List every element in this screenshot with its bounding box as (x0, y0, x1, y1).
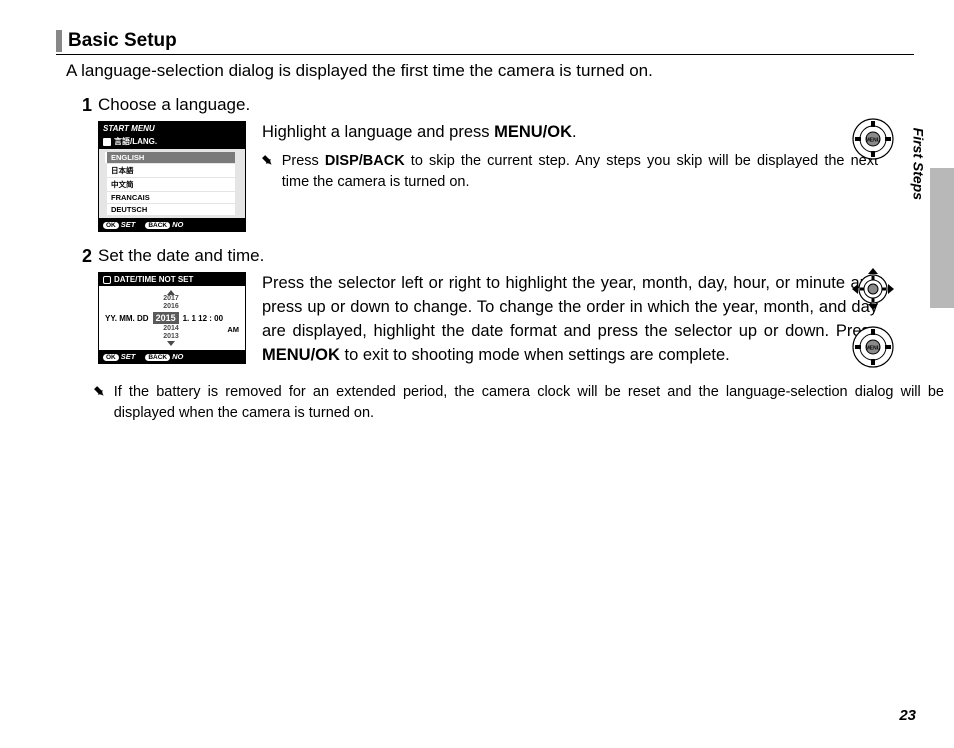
text-fragment: to exit to shooting mode when settings a… (340, 346, 730, 364)
lcd-set: SET (121, 352, 136, 361)
lcd-sub-text: 言語/LANG. (114, 136, 157, 147)
text-fragment: Highlight a language and press (262, 123, 494, 141)
dt-ampm: AM (185, 325, 239, 334)
step-number: 2 (74, 246, 92, 368)
globe-icon (103, 138, 111, 146)
lcd-no: NO (172, 220, 183, 229)
step-heading: Choose a language. (98, 95, 878, 115)
ok-pill: OK (103, 354, 119, 361)
text-fragment: Press (282, 153, 325, 169)
lcd-item: 日本語 (107, 164, 235, 177)
thumb-tab (930, 168, 954, 308)
dt-year-above: 2016 (157, 303, 185, 311)
lcd-item-selected: ENGLISH (105, 152, 235, 163)
lcd-dt-body: 2017 2016 YY. MM. DD 2015 1. 1 12 : 00 (99, 286, 245, 350)
dt-header-text: DATE/TIME NOT SET (114, 275, 193, 284)
ok-pill: OK (103, 222, 119, 229)
footer-tip-text: If the battery is removed for an extende… (114, 382, 944, 424)
lcd-subtitle: 言語/LANG. (99, 135, 245, 149)
lcd-language-menu: START MENU 言語/LANG. ENGLISH 日本語 中文简 FRAN… (98, 121, 246, 232)
svg-text:MENU: MENU (866, 346, 881, 352)
lcd-set: SET (121, 220, 136, 229)
lcd-item: DEUTSCH (107, 204, 235, 215)
tip-arrow-icon: ➨ (262, 151, 274, 193)
lcd-footer: OKSET BACKNO (99, 350, 245, 363)
back-pill: BACK (145, 354, 170, 361)
disp-back-label: DISP/BACK (325, 153, 405, 169)
selector-dial-icon: MENU (852, 326, 894, 368)
page-number: 23 (899, 707, 916, 724)
dt-rest: 1. 1 12 : 00 (183, 314, 223, 323)
intro-text: A language-selection dialog is displayed… (66, 61, 914, 81)
lcd-no: NO (172, 352, 183, 361)
manual-page: Basic Setup A language-selection dialog … (0, 0, 954, 748)
lcd-title: START MENU (99, 122, 245, 135)
menu-ok-label: MENU/OK (262, 346, 340, 364)
step-2: 2 Set the date and time. DATE/TIME NOT S… (74, 246, 914, 368)
lcd-datetime-menu: DATE/TIME NOT SET 2017 2016 (98, 272, 246, 364)
section-title: Basic Setup (56, 30, 914, 52)
back-pill: BACK (145, 222, 170, 229)
lcd-item: FRANCAIS (107, 192, 235, 203)
dt-year-above: 2017 (157, 295, 185, 303)
dt-year-below: 2014 (157, 325, 185, 333)
step-1: 1 Choose a language. START MENU 言語/LANG.… (74, 95, 914, 232)
step-1-text: Highlight a language and press MENU/OK. … (262, 121, 878, 232)
lcd-title: DATE/TIME NOT SET (99, 273, 245, 286)
tip-body: Press DISP/BACK to skip the current step… (282, 151, 878, 193)
step-2-text: Press the selector left or right to high… (262, 272, 878, 368)
dt-year-below: 2013 (157, 333, 185, 341)
selector-icons-step1: MENU (852, 118, 894, 160)
selector-dial-icon: MENU (852, 118, 894, 160)
section-rule (56, 54, 914, 55)
lcd-item: 中文简 (107, 178, 235, 191)
lcd-language-list: ENGLISH 日本語 中文简 FRANCAIS DEUTSCH (99, 149, 245, 218)
dt-format: YY. MM. DD (105, 314, 149, 323)
clock-icon (103, 276, 111, 284)
text-fragment: Press the selector left or right to high… (262, 274, 878, 340)
text-fragment: . (572, 123, 577, 141)
selector-dial-arrows-icon (852, 268, 894, 310)
step-number: 1 (74, 95, 92, 232)
chevron-down-icon (167, 341, 175, 346)
step-heading: Set the date and time. (98, 246, 878, 266)
menu-ok-label: MENU/OK (494, 123, 572, 141)
dt-year-selected: 2015 (153, 312, 179, 324)
tip-arrow-icon: ➨ (94, 382, 106, 424)
lcd-footer: OKSET BACKNO (99, 218, 245, 231)
selector-icons-step2: MENU (852, 268, 894, 368)
svg-text:MENU: MENU (866, 138, 881, 144)
step-1-tip: ➨ Press DISP/BACK to skip the current st… (262, 151, 878, 193)
footer-tip: ➨ If the battery is removed for an exten… (94, 382, 944, 424)
chapter-label: First Steps (910, 128, 926, 200)
